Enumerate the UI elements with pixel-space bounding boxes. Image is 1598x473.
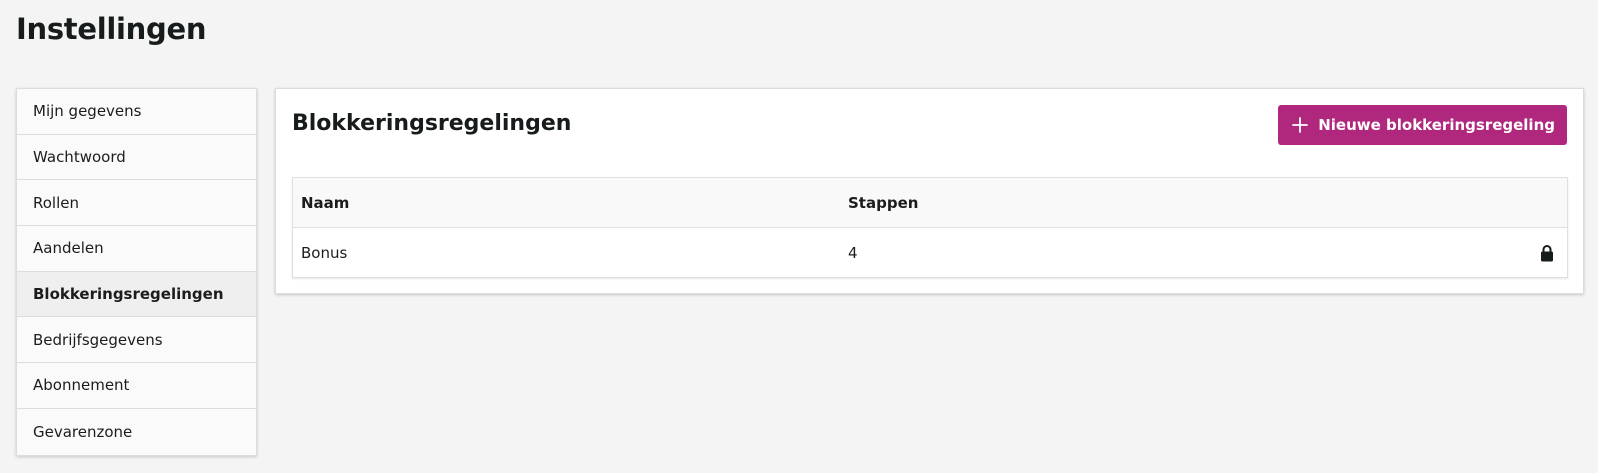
- sidebar-item-mijn-gegevens[interactable]: Mijn gegevens: [17, 89, 256, 135]
- sidebar-item-aandelen[interactable]: Aandelen: [17, 226, 256, 272]
- column-header-naam[interactable]: Naam: [293, 194, 848, 212]
- new-button-label: Nieuwe blokkeringsregeling: [1318, 116, 1555, 134]
- sidebar-item-gevarenzone[interactable]: Gevarenzone: [17, 409, 256, 455]
- sidebar-item-bedrijfsgegevens[interactable]: Bedrijfsgegevens: [17, 317, 256, 364]
- lock-icon[interactable]: [1540, 244, 1554, 262]
- sidebar-item-rollen[interactable]: Rollen: [17, 180, 256, 227]
- cell-stappen: 4: [848, 243, 858, 262]
- main-panel: Blokkeringsregelingen Nieuwe blokkerings…: [275, 88, 1584, 294]
- sidebar-item-blokkeringsregelingen[interactable]: Blokkeringsregelingen: [17, 271, 256, 318]
- new-blocking-rule-button[interactable]: Nieuwe blokkeringsregeling: [1278, 105, 1567, 145]
- column-header-stappen[interactable]: Stappen: [848, 194, 1527, 212]
- table-header: Naam Stappen: [293, 178, 1567, 228]
- blocking-rules-table: Naam Stappen Bonus 4: [292, 177, 1568, 278]
- cell-naam: Bonus: [301, 243, 348, 262]
- section-title: Blokkeringsregelingen: [292, 111, 572, 136]
- plus-icon: [1292, 117, 1309, 133]
- table-row[interactable]: Bonus 4: [293, 228, 1567, 277]
- page-title: Instellingen: [16, 12, 207, 46]
- sidebar-item-abonnement[interactable]: Abonnement: [17, 363, 256, 409]
- settings-sidebar: Mijn gegevens Wachtwoord Rollen Aandelen…: [16, 88, 257, 456]
- sidebar-item-wachtwoord[interactable]: Wachtwoord: [17, 135, 256, 181]
